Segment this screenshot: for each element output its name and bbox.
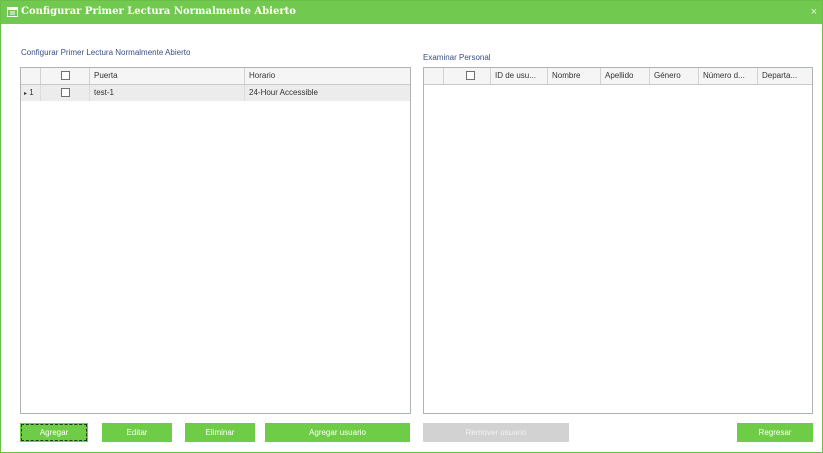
column-header-user-id[interactable]: ID de usu...	[491, 68, 548, 84]
edit-button[interactable]: Editar	[102, 423, 172, 442]
doors-grid-header: Puerta Horario	[21, 68, 410, 85]
window-title: Configurar Primer Lectura Normalmente Ab…	[21, 6, 296, 17]
column-header-last-name[interactable]: Apellido	[601, 68, 650, 84]
row-select-cell	[41, 85, 90, 101]
select-all-column	[444, 68, 491, 84]
column-header-department[interactable]: Departa...	[758, 68, 812, 84]
row-indicator-column	[424, 68, 444, 84]
column-header-number[interactable]: Número d...	[699, 68, 758, 84]
back-button[interactable]: Regresar	[737, 423, 813, 442]
row-door-cell: test-1	[90, 85, 245, 101]
delete-button[interactable]: Eliminar	[185, 423, 255, 442]
select-all-checkbox[interactable]	[61, 71, 70, 80]
remove-user-button[interactable]: Remover usuario	[423, 423, 569, 442]
row-indicator-column	[21, 68, 41, 84]
column-header-door[interactable]: Puerta	[90, 68, 245, 84]
table-row[interactable]: ▸ 1 test-1 24-Hour Accessible	[21, 85, 410, 101]
select-all-column	[41, 68, 90, 84]
add-user-button[interactable]: Agregar usuario	[265, 423, 410, 442]
doors-grid: Puerta Horario ▸ 1 test-1 24-Hour Access…	[20, 67, 411, 414]
row-pointer-icon: ▸	[24, 91, 28, 97]
column-header-gender[interactable]: Género	[650, 68, 699, 84]
add-button[interactable]: Agregar	[20, 423, 88, 442]
personnel-grid-header: ID de usu... Nombre Apellido Género Núme…	[424, 68, 812, 85]
close-icon[interactable]: ×	[811, 6, 817, 18]
title-bar[interactable]: Configurar Primer Lectura Normalmente Ab…	[1, 1, 822, 24]
row-number: 1	[29, 88, 34, 97]
row-indicator-cell: ▸ 1	[21, 85, 41, 101]
column-header-first-name[interactable]: Nombre	[548, 68, 601, 84]
dialog-window: Configurar Primer Lectura Normalmente Ab…	[0, 0, 823, 453]
calendar-icon	[7, 7, 18, 17]
personnel-grid: ID de usu... Nombre Apellido Género Núme…	[423, 67, 813, 414]
row-checkbox[interactable]	[61, 88, 70, 97]
left-panel-label: Configurar Primer Lectura Normalmente Ab…	[21, 48, 191, 57]
row-schedule-cell: 24-Hour Accessible	[249, 88, 318, 97]
right-panel-label: Examinar Personal	[423, 53, 491, 62]
select-all-checkbox[interactable]	[466, 71, 475, 80]
column-header-schedule[interactable]: Horario	[245, 68, 410, 84]
